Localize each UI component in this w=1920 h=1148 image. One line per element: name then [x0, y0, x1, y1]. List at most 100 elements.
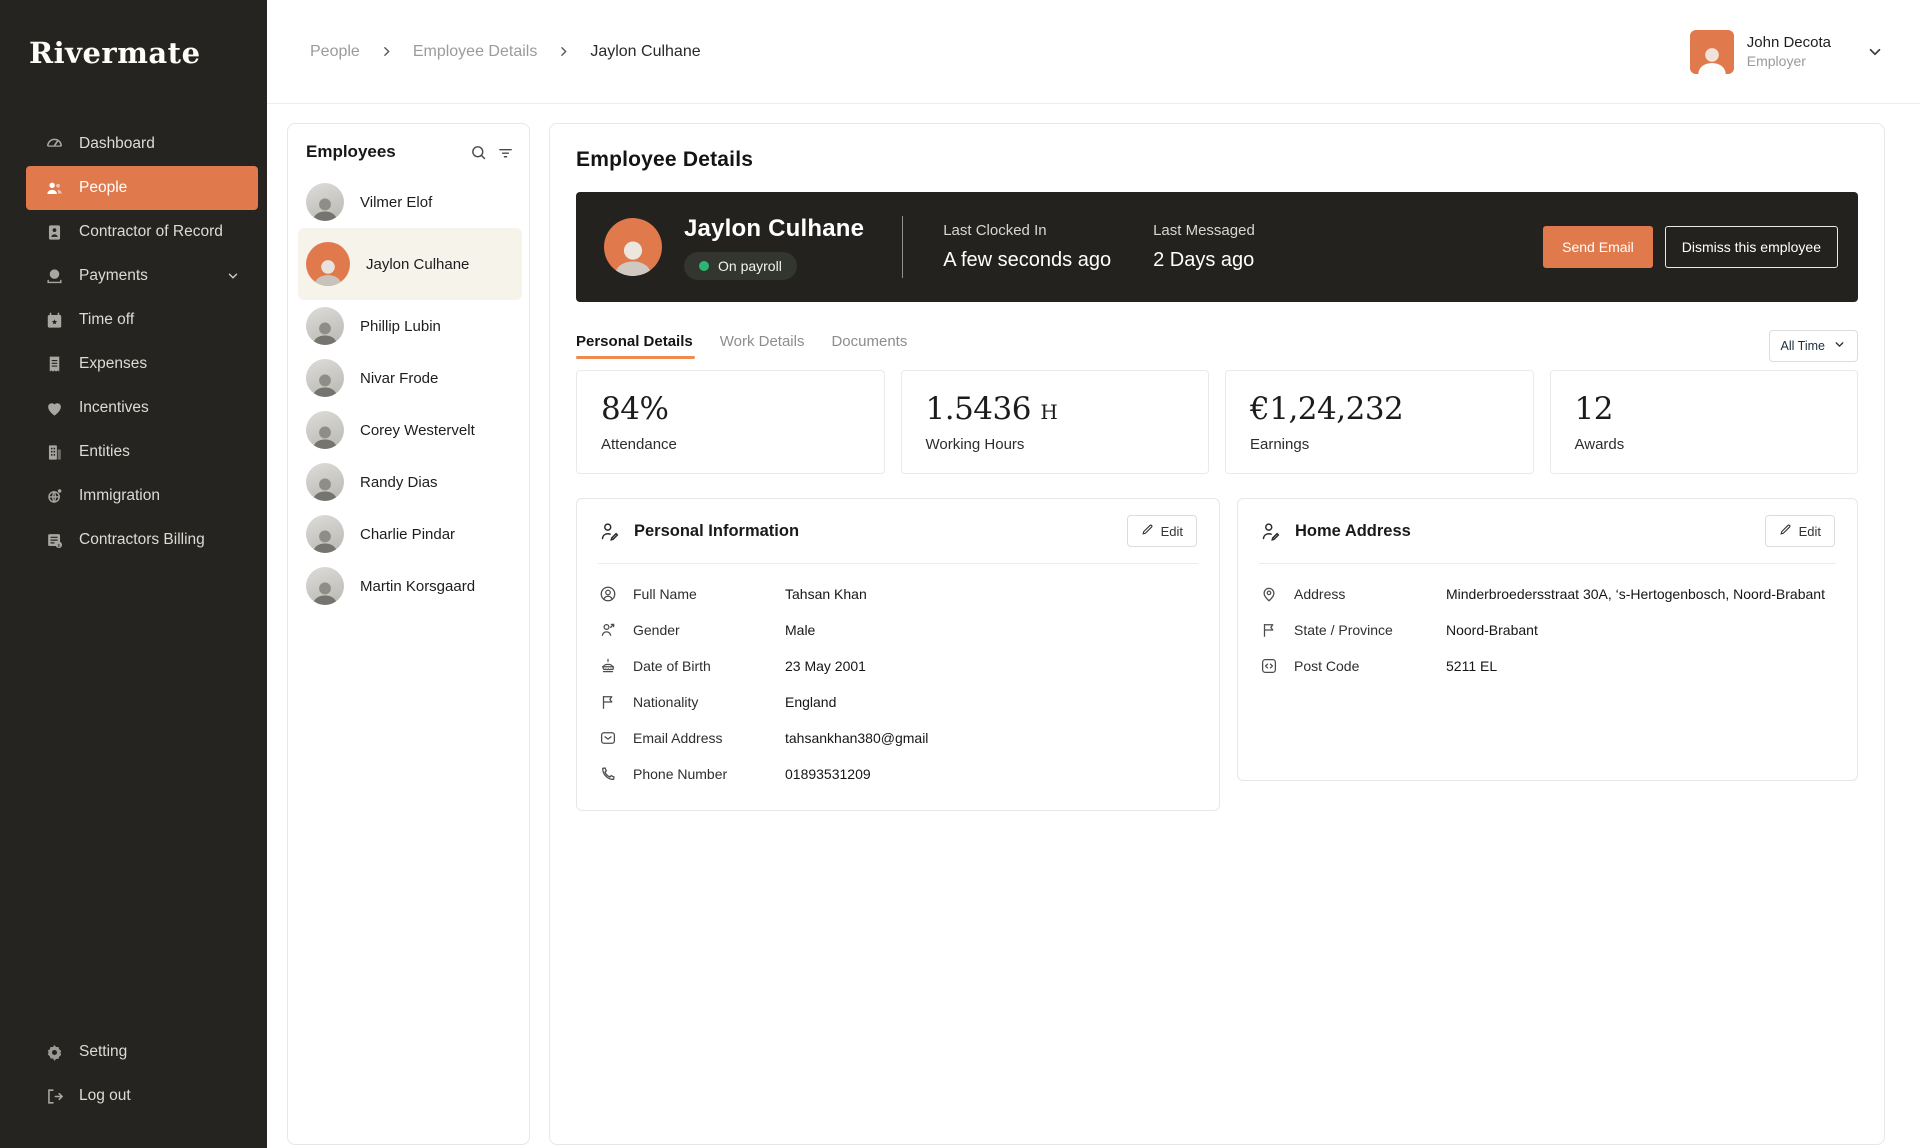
home-address-card: Home Address Edit Address Minderbr [1237, 498, 1858, 781]
sidebar-item-people[interactable]: People [26, 166, 258, 210]
dismiss-employee-button[interactable]: Dismiss this employee [1665, 226, 1838, 268]
stat-value: 84% [601, 391, 668, 427]
time-filter-dropdown[interactable]: All Time [1769, 330, 1858, 362]
breadcrumb-people[interactable]: People [310, 43, 360, 61]
employee-list-item[interactable]: Nivar Frode [298, 352, 522, 404]
mail-icon [599, 729, 633, 747]
chevron-down-icon [1833, 338, 1846, 354]
employee-list-item-selected[interactable]: Jaylon Culhane [298, 228, 522, 300]
avatar [306, 515, 344, 553]
sidebar-item-contractor-of-record[interactable]: Contractor of Record [26, 210, 258, 254]
status-text: On payroll [718, 258, 782, 274]
card-title: Home Address [1295, 522, 1411, 541]
employee-name: Corey Westervelt [360, 422, 475, 439]
flag-icon [1260, 621, 1294, 639]
sidebar: Rivermate Dashboard People Contractor of… [0, 0, 267, 1148]
sidebar-item-entities[interactable]: Entities [26, 430, 258, 474]
sidebar-item-incentives[interactable]: Incentives [26, 386, 258, 430]
user-circle-icon [599, 585, 633, 603]
filter-icon[interactable] [497, 144, 514, 161]
sidebar-item-expenses[interactable]: Expenses [26, 342, 258, 386]
info-row-gender: Gender Male [599, 612, 1197, 648]
incentives-icon [45, 399, 64, 418]
sidebar-item-logout[interactable]: Log out [26, 1074, 258, 1118]
location-pin-icon [1260, 585, 1294, 603]
sidebar-item-dashboard[interactable]: Dashboard [26, 122, 258, 166]
gender-icon [599, 621, 633, 639]
info-row-email: Email Address tahsankhan380@gmail [599, 720, 1197, 756]
divider [902, 216, 903, 278]
info-row-post-code: Post Code 5211 EL [1260, 648, 1835, 684]
employee-hero-card: Jaylon Culhane On payroll Last Clocked I… [576, 192, 1858, 302]
expenses-icon [45, 355, 64, 374]
last-messaged: Last Messaged 2 Days ago [1153, 222, 1255, 272]
tab-documents[interactable]: Documents [831, 333, 907, 359]
personal-information-card: Personal Information Edit Full Name [576, 498, 1220, 811]
edit-home-address-button[interactable]: Edit [1765, 515, 1835, 547]
stat-card-attendance: 84% Attendance [576, 370, 885, 474]
sidebar-item-label: Dashboard [79, 135, 155, 153]
sidebar-item-payments[interactable]: $ Payments [26, 254, 258, 298]
send-email-button[interactable]: Send Email [1543, 226, 1653, 268]
pencil-icon [1141, 523, 1154, 539]
sidebar-item-label: Expenses [79, 355, 147, 373]
dashboard-icon [45, 135, 64, 154]
stats-row: 84% Attendance 1.5436 H Working Hours €1… [576, 370, 1858, 474]
sidebar-item-setting[interactable]: Setting [26, 1030, 258, 1074]
sidebar-item-time-off[interactable]: Time off [26, 298, 258, 342]
employee-name: Jaylon Culhane [366, 256, 469, 273]
stat-label: Awards [1575, 436, 1834, 453]
employee-list-item[interactable]: Phillip Lubin [298, 300, 522, 352]
page-title: Employee Details [576, 148, 1858, 172]
sidebar-item-immigration[interactable]: Immigration [26, 474, 258, 518]
employee-list-item[interactable]: Randy Dias [298, 456, 522, 508]
edit-personal-info-button[interactable]: Edit [1127, 515, 1197, 547]
stat-card-working-hours: 1.5436 H Working Hours [901, 370, 1210, 474]
sidebar-item-contractors-billing[interactable]: $ Contractors Billing [26, 518, 258, 562]
chevron-down-icon [1866, 43, 1884, 61]
info-row-phone: Phone Number 01893531209 [599, 756, 1197, 792]
sidebar-item-label: Payments [79, 267, 148, 285]
employee-list-item[interactable]: Vilmer Elof [298, 176, 522, 228]
sidebar-item-label: Immigration [79, 487, 160, 505]
sidebar-item-label: Contractors Billing [79, 531, 205, 549]
sidebar-item-label: Contractor of Record [79, 223, 223, 241]
sidebar-footer: Setting Log out [0, 1030, 267, 1118]
topbar: People Employee Details Jaylon Culhane J… [267, 0, 1920, 104]
card-title: Personal Information [634, 522, 799, 541]
last-clocked-in-value: A few seconds ago [943, 249, 1111, 272]
search-icon[interactable] [470, 144, 487, 161]
breadcrumb-employee-details[interactable]: Employee Details [413, 43, 538, 61]
employee-name: Vilmer Elof [360, 194, 432, 211]
tab-work-details[interactable]: Work Details [720, 333, 805, 359]
contractor-of-record-icon [45, 223, 64, 242]
avatar [306, 359, 344, 397]
info-row-address: Address Minderbroedersstraat 30A, ‘s-Her… [1260, 576, 1835, 612]
employee-name: Jaylon Culhane [684, 215, 864, 243]
employees-panel-header: Employees [298, 138, 522, 176]
employee-name: Phillip Lubin [360, 318, 441, 335]
employee-list-item[interactable]: Martin Korsgaard [298, 560, 522, 612]
info-row-date-of-birth: Date of Birth 23 May 2001 [599, 648, 1197, 684]
status-dot-icon [699, 261, 709, 271]
user-menu[interactable]: John Decota Employer [1690, 30, 1884, 74]
chevron-right-icon [380, 45, 393, 58]
employee-list-item[interactable]: Corey Westervelt [298, 404, 522, 456]
employee-list-item[interactable]: Charlie Pindar [298, 508, 522, 560]
sidebar-item-label: People [79, 179, 127, 197]
sidebar-item-label: Log out [79, 1087, 131, 1105]
sidebar-nav: Dashboard People Contractor of Record $ … [0, 122, 267, 562]
tab-personal-details[interactable]: Personal Details [576, 333, 693, 359]
avatar [306, 567, 344, 605]
last-messaged-label: Last Messaged [1153, 222, 1255, 239]
pencil-icon [1779, 523, 1792, 539]
sidebar-item-label: Entities [79, 443, 130, 461]
gear-icon [45, 1043, 64, 1062]
contractors-billing-icon: $ [45, 531, 64, 550]
svg-text:$: $ [53, 271, 57, 278]
avatar [306, 242, 350, 286]
logout-icon [45, 1087, 64, 1106]
time-filter-value: All Time [1781, 339, 1825, 353]
chevron-down-icon [226, 269, 240, 283]
user-edit-icon [1260, 521, 1281, 542]
